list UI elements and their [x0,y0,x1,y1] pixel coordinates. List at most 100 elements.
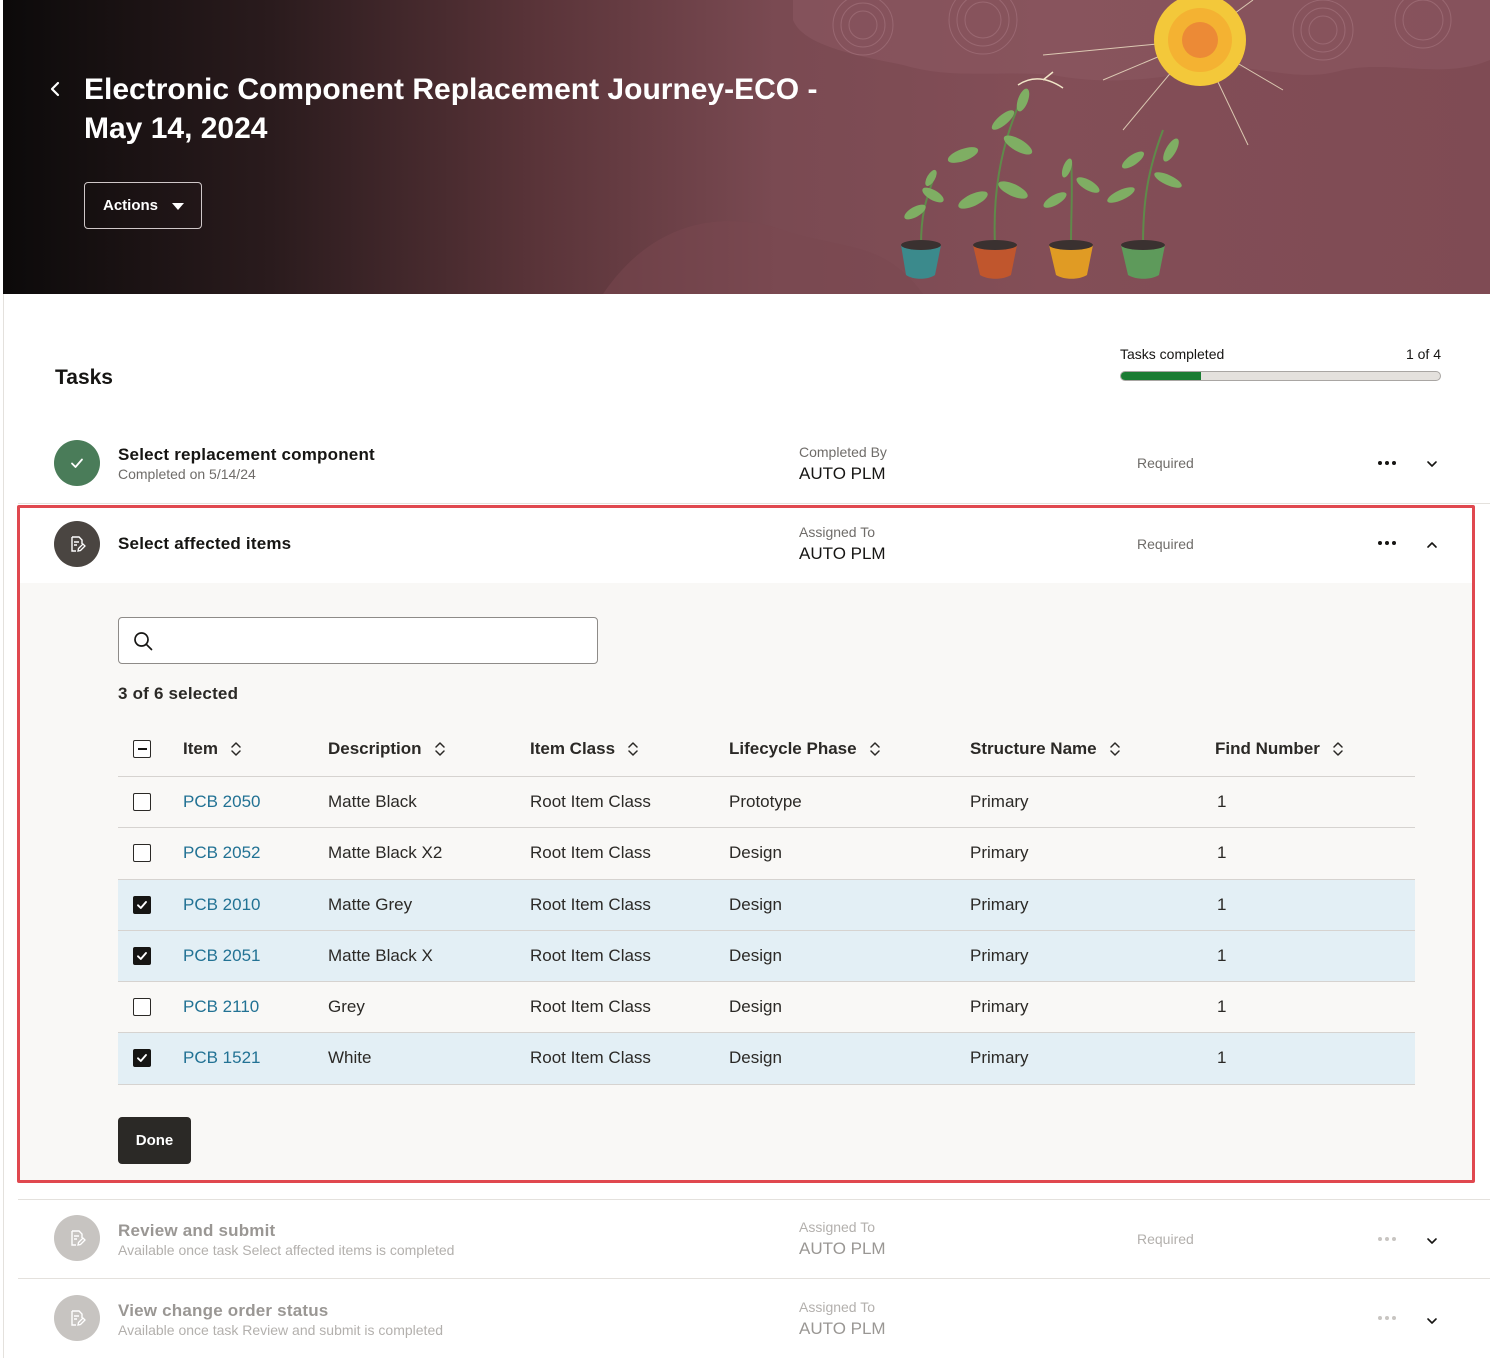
item-link[interactable]: PCB 1521 [183,1048,261,1068]
assignee-label: Assigned To [799,1299,876,1315]
selection-count: 3 of 6 selected [118,684,239,703]
item-class-cell: Root Item Class [530,894,651,914]
more-options-button[interactable] [1374,1229,1400,1249]
table-row[interactable]: PCB 2010 Matte Grey Root Item Class Design P… [118,879,1415,931]
column-header-item-class[interactable]: Item Class [530,739,639,759]
item-link[interactable]: PCB 2050 [183,792,261,812]
select-all-checkbox[interactable] [133,740,151,758]
search-field[interactable] [118,617,598,664]
item-link[interactable]: PCB 2051 [183,946,261,966]
task-name: View change order status [118,1301,329,1320]
row-checkbox[interactable] [133,946,151,965]
task-name: Select replacement component [118,445,375,464]
find-number-cell: 1 [1217,1048,1227,1068]
assignee-value: AUTO PLM [799,464,886,483]
row-checkbox[interactable] [133,895,151,914]
more-options-button[interactable] [1374,533,1400,553]
page-header: Electronic Component Replacement Journey… [3,0,1490,294]
row-checkbox[interactable] [133,844,151,863]
progress-fill [1121,372,1201,380]
task-row-select-affected-items[interactable]: Select affected items Assigned To AUTO P… [18,505,1490,583]
requirement-label: Required [1137,536,1194,552]
assignee-value: AUTO PLM [799,544,886,563]
chevron-down-icon[interactable] [1424,1233,1440,1249]
task-row-view-change-order-status[interactable]: View change order status Available once … [18,1280,1490,1358]
more-options-button[interactable] [1374,453,1400,473]
tasks-progress: Tasks completed 1 of 4 [1120,346,1441,381]
find-number-cell: 1 [1217,843,1227,863]
task-name: Select affected items [118,534,292,553]
sort-icon [869,742,880,756]
chevron-left-icon [50,81,60,97]
description-cell: Matte Black [328,792,417,811]
table-row[interactable]: PCB 1521 White Root Item Class Design Primar… [118,1033,1415,1085]
actions-label: Actions [103,197,159,214]
find-number-cell: 1 [1217,945,1227,965]
item-link[interactable]: PCB 2110 [183,997,259,1017]
checkmark-icon [137,900,147,909]
task-locked-status [54,1295,100,1341]
assignee-value: AUTO PLM [799,1239,886,1258]
back-button[interactable] [43,76,69,102]
row-checkbox[interactable] [133,793,151,811]
task-row-select-replacement[interactable]: Select replacement component Completed o… [18,424,1490,504]
actions-menu-button[interactable]: Actions [84,182,202,229]
assignee-label: Assigned To [799,1219,876,1235]
task-name: Review and submit [118,1221,276,1240]
checkmark-icon [71,458,83,468]
structure-name-cell: Primary [970,894,1029,914]
find-number-cell: 1 [1217,997,1227,1017]
row-checkbox[interactable] [133,998,151,1017]
lifecycle-phase-cell: Design [729,1048,782,1068]
column-label: Find Number [1215,739,1320,758]
task-active-status [54,521,100,567]
column-header-structure-name[interactable]: Structure Name [970,739,1121,759]
assignee-label: Completed By [799,444,887,460]
item-link[interactable]: PCB 2010 [183,895,261,915]
task-subtitle: Available once task Review and submit is… [118,1322,444,1338]
chevron-down-icon[interactable] [1424,1313,1440,1329]
table-row[interactable]: PCB 2050 Matte Black Root Item Class Protot… [118,777,1415,829]
task-subtitle: Completed on 5/14/24 [118,466,256,482]
caret-down-icon [172,202,185,210]
checkmark-icon [137,951,147,960]
column-header-description[interactable]: Description [328,739,446,759]
table-row[interactable]: PCB 2051 Matte Black X Root Item Class Desi… [118,930,1415,983]
table-row[interactable]: PCB 2110 Grey Root Item Class Design Primary… [118,982,1415,1034]
column-header-find-number[interactable]: Find Number [1215,739,1344,759]
structure-name-cell: Primary [970,792,1029,811]
item-link[interactable]: PCB 2052 [183,843,261,863]
structure-name-cell: Primary [970,945,1029,965]
find-number-cell: 1 [1217,894,1227,914]
checkmark-icon [137,1054,147,1063]
progress-count: 1 of 4 [1405,346,1441,362]
task-locked-status [54,1215,100,1261]
done-button[interactable]: Done [118,1117,191,1164]
column-label: Lifecycle Phase [729,739,857,758]
table-header: Item Description Item Class Lifecycle Ph… [118,722,1415,777]
plant-pots [901,88,1182,279]
task-completed-status [54,440,100,486]
search-icon [134,632,153,651]
item-class-cell: Root Item Class [530,997,651,1017]
more-options-button[interactable] [1374,1308,1400,1328]
progress-label: Tasks completed [1120,346,1225,362]
search-input[interactable] [163,626,583,656]
sort-icon [434,742,445,756]
column-header-lifecycle-phase[interactable]: Lifecycle Phase [729,739,881,759]
item-class-cell: Root Item Class [530,945,651,965]
column-header-item[interactable]: Item [183,739,242,759]
description-cell: Matte Black X2 [328,843,443,863]
more-options-icon [1378,541,1382,545]
task-row-review-and-submit[interactable]: Review and submit Available once task Se… [18,1199,1490,1279]
chevron-down-icon[interactable] [1424,456,1440,472]
column-label: Description [328,739,422,758]
description-cell: Matte Black X [328,945,433,965]
sort-icon [628,742,638,756]
description-cell: Matte Grey [328,894,413,914]
table-row[interactable]: PCB 2052 Matte Black X2 Root Item Class Des… [118,828,1415,880]
row-checkbox[interactable] [133,1049,151,1068]
left-divider [3,294,4,1358]
chevron-up-icon[interactable] [1424,537,1440,553]
column-label: Item Class [530,739,616,758]
